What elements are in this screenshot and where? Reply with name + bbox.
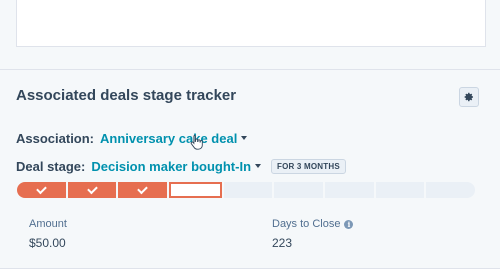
deal-stage-dropdown[interactable]: Decision maker bought-In	[91, 158, 262, 174]
amount-value: $50.00	[29, 236, 66, 250]
deal-stage-row: Deal stage: Decision maker bought-In FOR…	[16, 157, 346, 175]
stage-segment-upcoming	[426, 182, 476, 198]
stage-duration-badge: FOR 3 MONTHS	[271, 158, 346, 174]
association-value: Anniversary cake deal	[100, 130, 238, 146]
stage-segment-upcoming	[325, 182, 374, 198]
amount-property: Amount $50.00	[29, 218, 67, 250]
stage-segment-upcoming	[375, 182, 425, 198]
stage-segment-completed	[67, 182, 117, 198]
days-to-close-label: Days to Close	[272, 218, 341, 230]
hand-pointer-icon	[190, 134, 203, 150]
section-divider	[0, 69, 500, 70]
association-row: Association: Anniversary cake deal	[16, 129, 248, 147]
check-icon	[36, 183, 47, 195]
association-dropdown[interactable]: Anniversary cake deal	[100, 130, 248, 146]
amount-label: Amount	[29, 218, 67, 230]
caret-down-icon	[255, 164, 262, 168]
association-label: Association:	[16, 130, 95, 146]
days-to-close-value: 223	[272, 236, 293, 250]
check-icon	[137, 183, 148, 195]
gear-icon	[464, 92, 473, 102]
card-title: Associated deals stage tracker	[16, 87, 237, 104]
deal-stage-value: Decision maker bought-In	[91, 158, 252, 174]
stage-progress-tracker	[17, 182, 476, 198]
deal-stage-label: Deal stage:	[16, 158, 86, 174]
next-section	[0, 269, 500, 278]
stage-segment-upcoming	[274, 182, 324, 198]
stage-segment-upcoming	[223, 182, 273, 198]
stage-segment-current	[169, 182, 222, 198]
days-to-close-property: Days to Close i 223	[272, 218, 354, 250]
info-icon[interactable]: i	[344, 219, 354, 229]
check-icon	[86, 183, 98, 195]
settings-button[interactable]	[459, 87, 479, 107]
previous-card	[16, 0, 486, 47]
caret-down-icon	[241, 136, 248, 140]
stage-segment-completed	[118, 182, 168, 198]
stage-segment-completed	[17, 182, 66, 198]
